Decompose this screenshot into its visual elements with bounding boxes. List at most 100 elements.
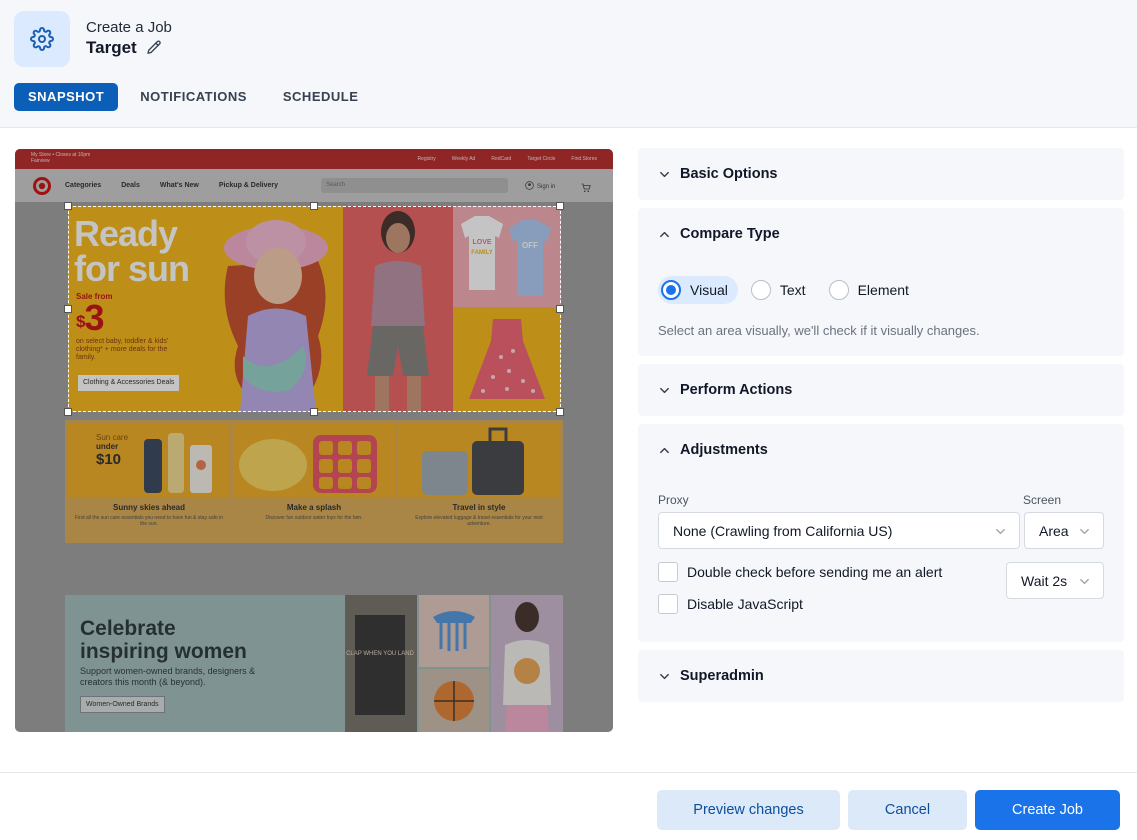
preview-signin: Sign in xyxy=(525,181,555,192)
preview-women-banner: Celebrate inspiring women Support women-… xyxy=(65,595,563,732)
chevron-down-icon xyxy=(1080,528,1089,535)
screen-label: Screen xyxy=(1023,493,1062,507)
preview-topbar: My Store • Closes at 10pm Fairview Regis… xyxy=(15,149,613,169)
luggage-image xyxy=(398,423,560,497)
resize-handle[interactable] xyxy=(310,202,318,210)
chevron-down-icon xyxy=(660,171,669,177)
preview-nav-link: Categories xyxy=(65,182,102,189)
tab-snapshot[interactable]: SNAPSHOT xyxy=(14,83,119,111)
chevron-up-icon xyxy=(660,231,669,237)
basic-options-header[interactable]: Basic Options xyxy=(658,148,778,200)
section-label: Superadmin xyxy=(680,668,764,684)
banner-button: Women-Owned Brands xyxy=(80,696,165,713)
create-job-button[interactable]: Create Job xyxy=(975,790,1120,830)
wait-select-value: Wait 2s xyxy=(1021,572,1068,589)
preview-top-link: Registry xyxy=(417,156,436,162)
preview-top-links: Registry Weekly Ad RedCard Target Circle… xyxy=(417,156,597,162)
suncare-badge-line: Sun care xyxy=(96,433,129,442)
radio-text[interactable]: Text xyxy=(748,276,816,304)
preview-store-text: Fairview xyxy=(31,158,50,164)
user-icon xyxy=(525,181,534,192)
chevron-down-icon xyxy=(996,528,1005,535)
perform-actions-header[interactable]: Perform Actions xyxy=(658,364,792,416)
screen-select[interactable]: Area xyxy=(1024,512,1104,549)
water-toys-image xyxy=(233,423,395,497)
checkbox-box xyxy=(658,594,678,614)
pencil-icon[interactable] xyxy=(145,39,163,57)
chevron-up-icon xyxy=(660,447,669,453)
gear-icon xyxy=(14,11,70,67)
cancel-button[interactable]: Cancel xyxy=(848,790,967,830)
resize-handle[interactable] xyxy=(64,408,72,416)
preview-card: Make a splash Discover fun outdoor water… xyxy=(233,423,395,540)
preview-nav-link: Deals xyxy=(121,182,140,189)
preview-changes-button[interactable]: Preview changes xyxy=(657,790,840,830)
target-logo-icon xyxy=(32,176,52,201)
resize-handle[interactable] xyxy=(64,305,72,313)
section-perform-actions: Perform Actions xyxy=(638,364,1124,416)
resize-handle[interactable] xyxy=(64,202,72,210)
preview-nav-link: Pickup & Delivery xyxy=(218,182,279,189)
compare-type-options: Visual Text Element xyxy=(658,276,929,304)
title-row: Target xyxy=(86,38,163,58)
card-subtitle: Find all the sun care essentials you nee… xyxy=(74,515,224,527)
preview-top-link: Weekly Ad xyxy=(451,156,476,162)
radio-label: Element xyxy=(857,282,909,298)
tab-schedule[interactable]: SCHEDULE xyxy=(269,83,373,111)
cart-icon xyxy=(581,180,591,198)
banner-title: Celebrate inspiring women xyxy=(80,617,247,663)
adjustments-header[interactable]: Adjustments xyxy=(658,424,768,476)
card-subtitle: Explore elevated luggage & travel essent… xyxy=(415,515,543,527)
suncare-badge-price: $10 xyxy=(96,451,122,468)
checkbox-box xyxy=(658,562,678,582)
card-title: Make a splash xyxy=(286,503,342,512)
basketball-image xyxy=(419,669,489,732)
chevron-down-icon xyxy=(660,387,669,393)
radio-label: Text xyxy=(779,282,806,298)
proxy-select-value: None (Crawling from California US) xyxy=(673,522,893,539)
resize-handle[interactable] xyxy=(556,305,564,313)
radio-indicator xyxy=(828,280,849,300)
wait-select[interactable]: Wait 2s xyxy=(1006,562,1104,599)
preview-top-link: RedCard xyxy=(491,156,512,162)
radio-element[interactable]: Element xyxy=(826,276,919,304)
comb-image xyxy=(419,595,489,667)
section-label: Compare Type xyxy=(680,226,780,242)
preview-nav-links: Categories Deals What's New Pickup & Del… xyxy=(65,182,278,189)
card-title: Sunny skies ahead xyxy=(112,503,186,512)
preview-location: My Store • Closes at 10pm Fairview xyxy=(31,152,90,164)
preview-signin-label: Sign in xyxy=(537,183,556,190)
suncare-badge-line: under xyxy=(96,442,119,451)
resize-handle[interactable] xyxy=(556,408,564,416)
radio-visual[interactable]: Visual xyxy=(658,276,738,304)
section-compare-type: Compare Type Visual Text Element Select … xyxy=(638,208,1124,356)
screen-select-value: Area xyxy=(1039,522,1069,539)
book-cover-text: CLAP WHEN YOU LAND xyxy=(346,651,414,657)
preview-nav-link: What's New xyxy=(159,182,199,189)
chevron-down-icon xyxy=(660,673,669,679)
breadcrumb: Create a Job xyxy=(86,19,172,36)
preview-search-box: Search xyxy=(321,178,508,193)
section-superadmin: Superadmin xyxy=(638,650,1124,702)
preview-top-link: Find Stores xyxy=(571,156,597,162)
proxy-select[interactable]: None (Crawling from California US) xyxy=(658,512,1020,549)
resize-handle[interactable] xyxy=(310,408,318,416)
radio-indicator xyxy=(661,280,681,300)
banner-subtitle: Support women-owned brands, designers & … xyxy=(80,666,256,687)
section-basic-options: Basic Options xyxy=(638,148,1124,200)
header: Create a Job Target SNAPSHOT NOTIFICATIO… xyxy=(0,0,1137,128)
snapshot-preview[interactable]: My Store • Closes at 10pm Fairview Regis… xyxy=(15,149,613,732)
superadmin-header[interactable]: Superadmin xyxy=(658,650,764,702)
card-subtitle: Discover fun outdoor water toys for the … xyxy=(265,515,363,521)
double-check-checkbox[interactable]: Double check before sending me an alert xyxy=(658,562,942,582)
resize-handle[interactable] xyxy=(556,202,564,210)
preview-top-link: Target Circle xyxy=(527,156,556,162)
selection-area[interactable] xyxy=(68,206,561,412)
compare-type-header[interactable]: Compare Type xyxy=(658,208,780,260)
section-label: Adjustments xyxy=(680,442,768,458)
tab-notifications[interactable]: NOTIFICATIONS xyxy=(126,83,261,111)
section-label: Perform Actions xyxy=(680,382,793,398)
preview-cards-row: Sun care under $10 Sunny skies ahead Fin… xyxy=(65,420,563,543)
page-title: Target xyxy=(86,38,137,57)
disable-js-checkbox[interactable]: Disable JavaScript xyxy=(658,594,803,614)
